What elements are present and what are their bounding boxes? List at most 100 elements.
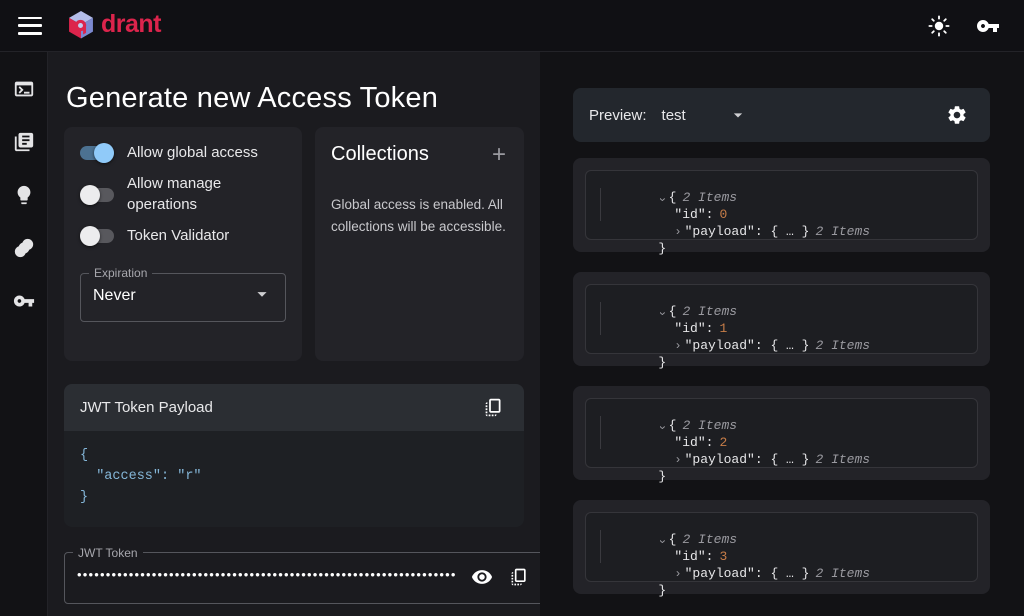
preview-record-card: ›{2 Items "id": 3 › "payload": { … } 2 Item… [573,500,990,598]
preview-record-card: ›{2 Items "id": 2 › "payload": { … } 2 Item… [573,386,990,484]
collapse-icon[interactable]: › [654,310,671,317]
toggle-row-global-access: Allow global access [80,143,286,164]
sidebar-item-tutorial[interactable] [7,178,41,212]
json-record-viewer: ›{2 Items "id": 3 › "payload": { … } 2 Item… [585,512,978,598]
chevron-down-icon [728,105,748,125]
copy-payload-button[interactable] [477,391,510,424]
preview-collection-select[interactable]: test [662,105,748,125]
preview-collection-value: test [661,106,686,124]
json-payload-key: "payload": [684,566,771,581]
sidebar-item-console[interactable] [7,72,41,106]
code-line: } [80,489,89,505]
jwt-payload-editor[interactable]: { "access": "r" } [64,431,524,527]
indent-guide [600,416,601,449]
json-close-brace: } [658,355,667,370]
preview-toolbar: Preview: test [573,88,990,142]
json-close-brace: } [658,469,667,484]
expiration-label: Expiration [94,266,148,280]
indent-guide [600,188,601,221]
show-token-button[interactable] [469,564,495,590]
json-id-value: 3 [719,549,728,564]
toggle-row-manage-operations: Allow manage operations [80,174,286,215]
preview-label: Preview: [589,106,647,124]
lightbulb-icon [17,185,30,205]
eye-icon [471,569,492,584]
expand-icon[interactable]: › [674,566,681,583]
json-id-value: 1 [719,321,728,336]
items-count: 2 Items [815,566,871,581]
jwt-token-field: JWT Token ••••••••••••••••••••••••••••••… [64,545,544,604]
items-count: 2 Items [815,338,871,353]
json-id-key: "id": [674,435,714,450]
key-icon [13,295,34,307]
preview-settings-button[interactable] [940,98,974,132]
brand-text: drant [101,10,162,38]
token-preview-panel: Preview: test ›{2 Items "id": 0 › "payl… [540,52,1024,616]
key-icon [977,19,999,32]
json-payload-key: "payload": [684,452,771,467]
sidebar-item-datasets[interactable] [7,231,41,265]
hamburger-menu-icon[interactable] [18,16,42,35]
items-count: 2 Items [815,452,871,467]
token-form-panel: Generate new Access Token Allow global a… [48,52,544,616]
collections-title: Collections [331,143,429,165]
jwt-token-masked-value[interactable]: ••••••••••••••••••••••••••••••••••••••••… [77,567,457,582]
json-payload-key: "payload": [684,224,771,239]
page-title: Generate new Access Token [66,82,439,114]
json-record-viewer: ›{2 Items "id": 2 › "payload": { … } 2 Item… [585,398,978,484]
toggle-label: Allow global access [127,144,258,161]
sidebar-item-access-tokens[interactable] [7,284,41,318]
qdrant-logo[interactable]: drant [66,10,162,42]
token-validator-toggle[interactable] [80,225,114,246]
expand-icon[interactable]: › [674,224,681,241]
json-payload-collapsed: { … } [770,566,810,581]
items-count: 2 Items [815,224,871,239]
preview-record-card: ›{2 Items "id": 1 › "payload": { … } 2 Item… [573,272,990,370]
items-count: 2 Items [682,418,738,433]
app-bar: drant [0,0,1024,52]
collapse-icon[interactable]: › [654,424,671,431]
expiration-select[interactable]: Expiration Never [80,266,286,322]
jwt-token-label: JWT Token [78,545,138,560]
theme-toggle-button[interactable] [922,9,956,43]
json-id-key: "id": [674,207,714,222]
json-payload-collapsed: { … } [770,224,810,239]
indent-guide [600,530,601,563]
json-record-viewer: ›{2 Items "id": 0 › "payload": { … } 2 Item… [585,170,978,256]
preview-record-list: ›{2 Items "id": 0 › "payload": { … } 2 Item… [573,158,990,598]
items-count: 2 Items [682,190,738,205]
sidebar-nav [0,52,48,616]
json-payload-collapsed: { … } [770,452,810,467]
sidebar-item-collections[interactable] [7,125,41,159]
expiration-value: Never [93,287,136,304]
collapse-icon[interactable]: › [654,196,671,203]
jwt-payload-card: JWT Token Payload { "access": "r" } [64,384,524,527]
add-collection-button[interactable]: + [490,142,508,166]
copy-token-button[interactable] [507,565,531,589]
collapse-icon[interactable]: › [654,538,671,545]
items-count: 2 Items [682,304,738,319]
sun-icon [928,14,950,37]
indent-guide [600,302,601,335]
gear-icon [948,106,966,124]
json-close-brace: } [658,241,667,256]
json-id-value: 2 [719,435,728,450]
json-id-key: "id": [674,321,714,336]
api-key-button[interactable] [970,8,1006,44]
json-record-viewer: ›{2 Items "id": 1 › "payload": { … } 2 Item… [585,284,978,370]
chevron-down-icon [251,283,273,310]
terminal-icon [14,81,33,97]
toggle-label: Token Validator [127,226,230,244]
library-icon [14,132,33,152]
manage-operations-toggle[interactable] [80,184,114,205]
expand-icon[interactable]: › [674,338,681,355]
collections-message: Global access is enabled. All collection… [331,197,506,234]
code-line: { [80,448,89,463]
collections-card: Collections + Global access is enabled. … [315,127,524,361]
items-count: 2 Items [682,532,738,547]
global-access-toggle[interactable] [80,143,114,164]
toggle-label: Allow manage operations [127,175,222,213]
jwt-payload-title: JWT Token Payload [80,399,213,416]
json-id-key: "id": [674,549,714,564]
expand-icon[interactable]: › [674,452,681,469]
